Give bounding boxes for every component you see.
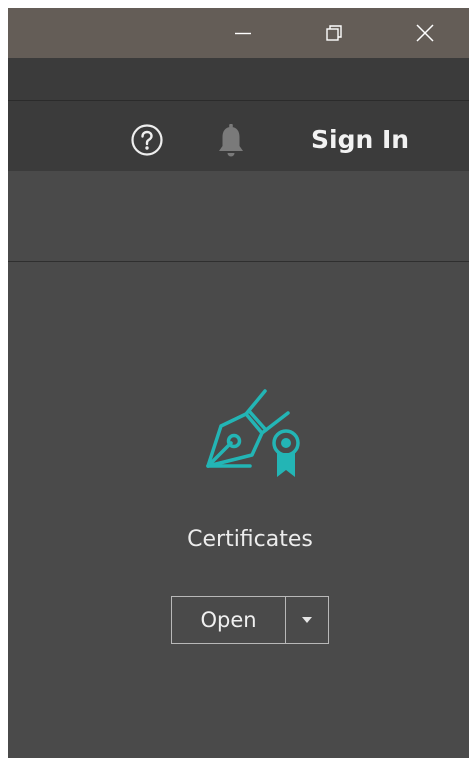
minimize-button[interactable]	[220, 8, 266, 58]
restore-button[interactable]	[311, 8, 357, 58]
menu-bar	[8, 58, 469, 100]
app-window: Sign In Certificates Open	[8, 8, 469, 758]
bell-icon	[219, 124, 243, 157]
title-bar[interactable]	[8, 8, 469, 58]
top-toolbar: Sign In	[8, 100, 469, 171]
tool-card: Certificates Open	[8, 262, 469, 758]
open-split-button: Open	[171, 596, 329, 644]
help-icon	[131, 124, 163, 156]
notifications-button[interactable]	[215, 123, 247, 159]
help-button[interactable]	[130, 123, 164, 157]
close-icon	[416, 24, 434, 42]
pen-certificate-icon[interactable]	[194, 385, 304, 480]
secondary-toolbar	[8, 171, 469, 262]
close-button[interactable]	[402, 8, 448, 58]
restore-icon	[326, 25, 342, 41]
tool-title: Certificates	[187, 527, 313, 552]
chevron-down-icon	[302, 617, 312, 623]
open-dropdown-button[interactable]	[286, 597, 328, 643]
open-button[interactable]: Open	[172, 597, 285, 643]
minimize-icon	[235, 32, 251, 35]
sign-in-button[interactable]: Sign In	[311, 120, 409, 160]
